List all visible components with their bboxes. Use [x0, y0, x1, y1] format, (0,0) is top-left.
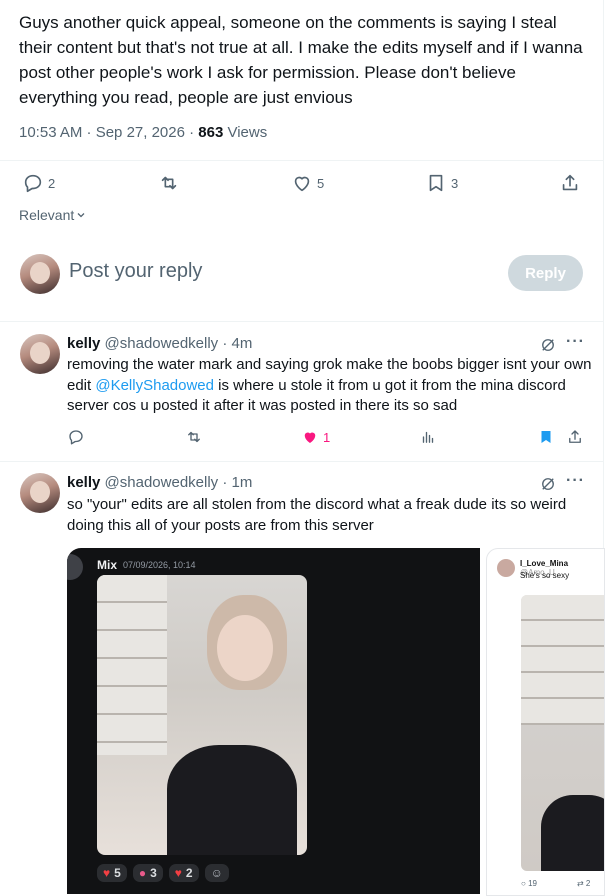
- image-replies: ○ 19: [521, 879, 537, 888]
- figure-face: [217, 615, 273, 681]
- discord-timestamp: 07/09/2026, 10:14: [123, 560, 196, 570]
- sort-label: Relevant: [19, 207, 75, 223]
- reaction-count: 2: [185, 866, 193, 880]
- heart-icon: ♥: [174, 866, 182, 880]
- comment-author-name[interactable]: kelly: [67, 335, 100, 352]
- like-action[interactable]: 1: [301, 428, 330, 446]
- flushed-emoji-icon: ●: [138, 866, 147, 880]
- heart-icon: [294, 176, 310, 192]
- sort-dropdown[interactable]: Relevant: [19, 207, 86, 223]
- avatar: [497, 559, 515, 577]
- repost-action[interactable]: [185, 428, 203, 446]
- shelf-decoration: [521, 595, 604, 725]
- heart-filled-icon: [304, 432, 316, 443]
- image-repost-count: 2: [585, 879, 591, 888]
- chevron-down-icon: [77, 213, 85, 218]
- views-count: 863: [198, 124, 224, 141]
- like-count: 1: [323, 429, 331, 445]
- figure-body: [541, 795, 604, 871]
- reaction-heart[interactable]: ♥ 2: [168, 864, 199, 882]
- shelf-decoration: [97, 575, 167, 755]
- add-reaction-button[interactable]: ☺: [204, 864, 229, 882]
- grok-icon[interactable]: [539, 336, 557, 354]
- reaction-heart[interactable]: ♥ 5: [97, 864, 127, 882]
- share-icon: [562, 174, 578, 191]
- comment-time[interactable]: · 1m: [218, 474, 252, 491]
- divider: [0, 321, 603, 322]
- divider: [0, 160, 603, 161]
- image-reply-count: 19: [528, 879, 537, 888]
- heart-icon: ♥: [103, 866, 111, 880]
- like-count: 5: [317, 175, 325, 191]
- post-text: Guys another quick appeal, someone on th…: [19, 13, 583, 107]
- image-caption: She's so sexy: [520, 571, 570, 580]
- discord-photo: [97, 575, 307, 855]
- image-reposts: ⇄ 2: [576, 879, 591, 888]
- avatar[interactable]: [20, 254, 60, 294]
- comment-text: so "your" edits are all stolen from the …: [67, 496, 567, 534]
- thread-column: Guys another quick appeal, someone on th…: [0, 0, 605, 896]
- reply-button[interactable]: Reply: [508, 255, 583, 291]
- bookmark-filled-icon: [541, 431, 551, 443]
- figure-body: [167, 745, 297, 855]
- comment-author-handle[interactable]: @shadowedkelly: [105, 474, 219, 491]
- reaction-emoji[interactable]: ● 3: [132, 864, 163, 882]
- reply-icon: [24, 174, 42, 193]
- reply-action[interactable]: 2: [22, 172, 55, 194]
- discord-reactions: ♥ 5 ● 3 ♥ 2 ☺: [97, 864, 229, 882]
- image-stats: ○ 19 ⇄ 2: [521, 879, 590, 888]
- image-user-name: I_Love_Mina: [520, 559, 569, 568]
- comment-author-name[interactable]: kelly: [67, 474, 100, 491]
- comment-text: removing the water mark and saying grok …: [67, 355, 592, 417]
- share-icon: [569, 430, 581, 443]
- grok-icon[interactable]: [539, 475, 557, 493]
- post-meta: 10:53 AM · Sep 27, 2026 · 863 Views: [19, 124, 267, 141]
- more-icon[interactable]: ···: [566, 472, 585, 490]
- reaction-count: 5: [114, 866, 121, 880]
- repost-icon: [188, 431, 200, 443]
- bookmark-icon: [429, 174, 443, 192]
- reply-input[interactable]: Post your reply: [69, 260, 202, 283]
- like-action[interactable]: 5: [291, 172, 324, 194]
- smile-icon: ☺: [210, 866, 223, 880]
- discord-avatar: [67, 554, 83, 580]
- post-time[interactable]: 10:53 AM · Sep 27, 2026 ·: [19, 124, 198, 141]
- more-icon[interactable]: ···: [566, 333, 585, 351]
- bookmark-action[interactable]: 3: [425, 172, 458, 194]
- views-label: Views: [223, 124, 268, 141]
- image-photo: [521, 595, 604, 871]
- avatar[interactable]: [20, 334, 60, 374]
- reply-action[interactable]: [67, 428, 85, 446]
- avatar[interactable]: [20, 473, 60, 513]
- reply-count: 2: [48, 175, 56, 191]
- comment-header: kelly @shadowedkelly · 4m: [67, 335, 252, 352]
- analytics-icon: [422, 431, 434, 443]
- comment-header: kelly @shadowedkelly · 1m: [67, 474, 252, 491]
- share-action[interactable]: [559, 172, 581, 194]
- comment-time[interactable]: · 4m: [218, 335, 252, 352]
- discord-username: Mix: [97, 558, 118, 572]
- repost-action[interactable]: [158, 172, 184, 194]
- attached-image[interactable]: I_Love_Mina @Amo_U She's so sexy ○ 19 ⇄ …: [486, 548, 605, 896]
- mention-link[interactable]: @KellyShadowed: [95, 377, 214, 394]
- bookmark-count: 3: [451, 175, 459, 191]
- reaction-count: 3: [150, 866, 157, 880]
- reply-icon: [69, 430, 83, 445]
- bookmark-action[interactable]: [537, 428, 555, 446]
- repost-icon: [161, 176, 177, 190]
- views-action[interactable]: [419, 428, 437, 446]
- attached-image[interactable]: Mix 07/09/2026, 10:14 ♥ 5 ● 3 ♥ 2 ☺: [67, 548, 480, 894]
- divider: [0, 461, 603, 462]
- share-action[interactable]: [566, 428, 584, 446]
- comment-author-handle[interactable]: @shadowedkelly: [105, 335, 219, 352]
